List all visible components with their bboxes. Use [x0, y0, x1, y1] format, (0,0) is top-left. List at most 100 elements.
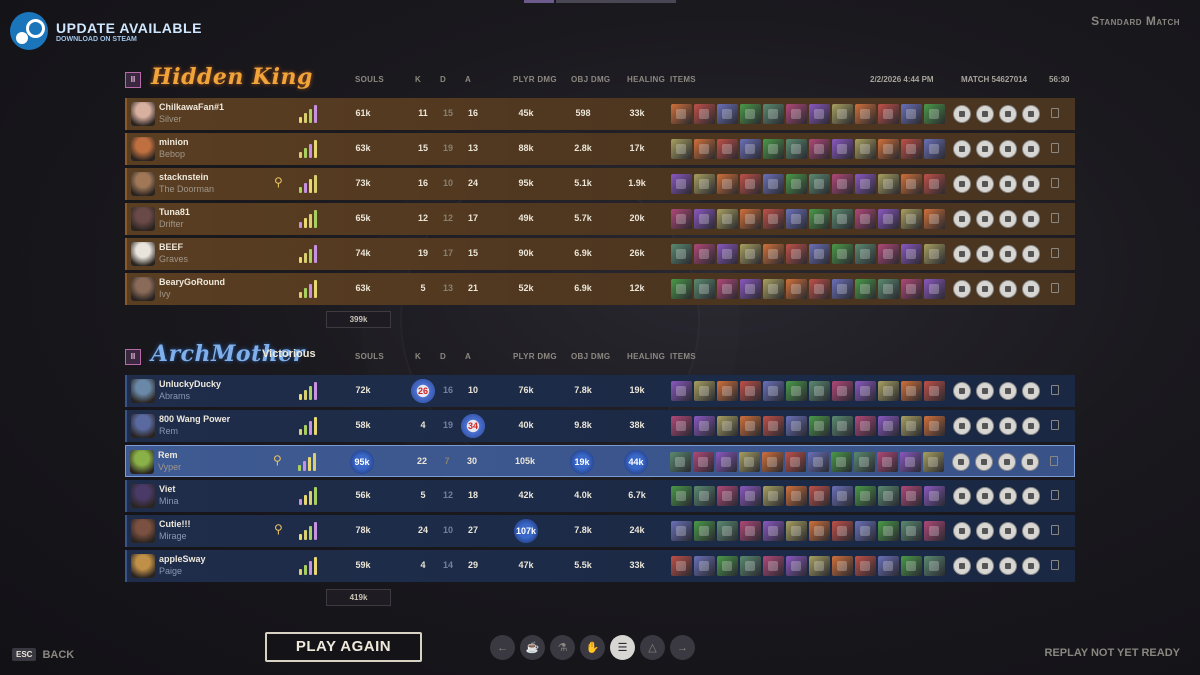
item-icon[interactable]	[878, 174, 899, 194]
player-row[interactable]: UnluckyDucky Abrams 72k 26 16 10 76k 7.8k 19k	[125, 375, 1075, 407]
copy-icon[interactable]	[1051, 490, 1059, 500]
ability-icon[interactable]	[1022, 382, 1040, 400]
ability-icon[interactable]	[953, 280, 971, 298]
item-icon[interactable]	[878, 209, 899, 229]
item-icon[interactable]	[900, 452, 921, 472]
ability-icon[interactable]	[953, 487, 971, 505]
player-name[interactable]: Cutie!!!	[159, 519, 191, 529]
item-icon[interactable]	[855, 381, 876, 401]
item-icon[interactable]	[786, 521, 807, 541]
ability-icon[interactable]	[1022, 245, 1040, 263]
item-icon[interactable]	[740, 486, 761, 506]
item-icon[interactable]	[924, 521, 945, 541]
item-icon[interactable]	[786, 416, 807, 436]
ability-icon[interactable]	[976, 140, 994, 158]
item-icon[interactable]	[717, 174, 738, 194]
item-icon[interactable]	[878, 279, 899, 299]
ability-icon[interactable]	[1022, 175, 1040, 193]
player-name[interactable]: Rem	[158, 450, 178, 460]
hand-icon[interactable]: ✋	[580, 635, 605, 660]
item-icon[interactable]	[717, 521, 738, 541]
item-icon[interactable]	[809, 174, 830, 194]
player-name[interactable]: ChilkawaFan#1	[159, 102, 224, 112]
ability-icon[interactable]	[1022, 140, 1040, 158]
item-icon[interactable]	[671, 244, 692, 264]
trophy-icon[interactable]: ☕	[520, 635, 545, 660]
ability-icon[interactable]	[998, 453, 1016, 471]
item-icon[interactable]	[694, 139, 715, 159]
item-icon[interactable]	[763, 139, 784, 159]
item-icon[interactable]	[832, 209, 853, 229]
copy-icon[interactable]	[1051, 178, 1059, 188]
item-icon[interactable]	[832, 244, 853, 264]
item-icon[interactable]	[740, 104, 761, 124]
ability-icon[interactable]	[976, 175, 994, 193]
item-icon[interactable]	[832, 521, 853, 541]
item-icon[interactable]	[901, 139, 922, 159]
chart-icon[interactable]: △	[640, 635, 665, 660]
item-icon[interactable]	[717, 209, 738, 229]
item-icon[interactable]	[901, 521, 922, 541]
ability-icon[interactable]	[1022, 105, 1040, 123]
item-icon[interactable]	[763, 244, 784, 264]
item-icon[interactable]	[832, 381, 853, 401]
item-icon[interactable]	[694, 174, 715, 194]
item-icon[interactable]	[740, 174, 761, 194]
player-name[interactable]: appleSway	[159, 554, 206, 564]
list-icon[interactable]: ☰	[610, 635, 635, 660]
ability-icon[interactable]	[976, 105, 994, 123]
item-icon[interactable]	[878, 416, 899, 436]
item-icon[interactable]	[809, 556, 830, 576]
item-icon[interactable]	[671, 209, 692, 229]
item-icon[interactable]	[717, 381, 738, 401]
item-icon[interactable]	[901, 556, 922, 576]
item-icon[interactable]	[763, 104, 784, 124]
ability-icon[interactable]	[976, 280, 994, 298]
item-icon[interactable]	[763, 279, 784, 299]
ability-icon[interactable]	[1021, 453, 1039, 471]
item-icon[interactable]	[924, 174, 945, 194]
item-icon[interactable]	[809, 279, 830, 299]
player-row[interactable]: BearyGoRound Ivy 63k 5 13 21 52k 6.9k 12k	[125, 273, 1075, 305]
item-icon[interactable]	[717, 244, 738, 264]
item-icon[interactable]	[740, 279, 761, 299]
item-icon[interactable]	[855, 139, 876, 159]
item-icon[interactable]	[832, 556, 853, 576]
ability-icon[interactable]	[976, 417, 994, 435]
item-icon[interactable]	[924, 416, 945, 436]
item-icon[interactable]	[924, 279, 945, 299]
item-icon[interactable]	[901, 244, 922, 264]
ability-icon[interactable]	[1022, 522, 1040, 540]
item-icon[interactable]	[809, 521, 830, 541]
item-icon[interactable]	[786, 209, 807, 229]
item-icon[interactable]	[901, 104, 922, 124]
player-name[interactable]: Viet	[159, 484, 175, 494]
item-icon[interactable]	[717, 279, 738, 299]
ability-icon[interactable]	[999, 175, 1017, 193]
item-icon[interactable]	[878, 521, 899, 541]
item-icon[interactable]	[924, 209, 945, 229]
item-icon[interactable]	[809, 104, 830, 124]
item-icon[interactable]	[832, 279, 853, 299]
player-row[interactable]: ChilkawaFan#1 Silver 61k 11 15 16 45k 598 33k	[125, 98, 1075, 130]
copy-icon[interactable]	[1051, 560, 1059, 570]
item-icon[interactable]	[740, 521, 761, 541]
item-icon[interactable]	[832, 486, 853, 506]
ability-icon[interactable]	[976, 382, 994, 400]
player-row[interactable]: Cutie!!! Mirage ⚲ 78k 24 10 27 107k 7.8k 24k	[125, 515, 1075, 547]
item-icon[interactable]	[901, 416, 922, 436]
arrow-left-icon[interactable]: ←	[490, 635, 515, 660]
item-icon[interactable]	[763, 486, 784, 506]
item-icon[interactable]	[924, 104, 945, 124]
item-icon[interactable]	[670, 452, 691, 472]
item-icon[interactable]	[809, 209, 830, 229]
ability-icon[interactable]	[976, 245, 994, 263]
item-icon[interactable]	[763, 209, 784, 229]
player-name[interactable]: Tuna81	[159, 207, 190, 217]
player-name[interactable]: stacknstein	[159, 172, 209, 182]
player-name[interactable]: minion	[159, 137, 189, 147]
item-icon[interactable]	[786, 556, 807, 576]
item-icon[interactable]	[901, 279, 922, 299]
ability-icon[interactable]	[999, 105, 1017, 123]
player-name[interactable]: UnluckyDucky	[159, 379, 221, 389]
